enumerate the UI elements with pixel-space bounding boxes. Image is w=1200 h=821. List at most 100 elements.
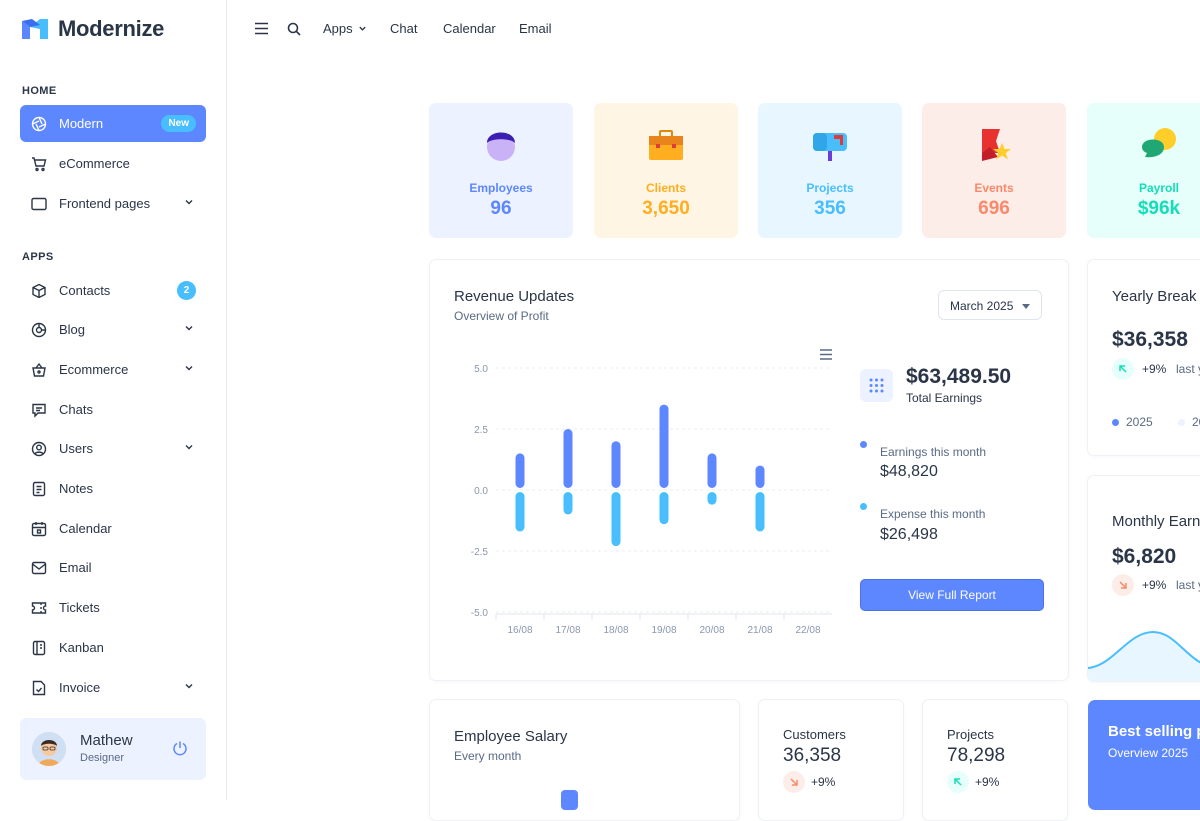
sidebar: Modernize HOME Modern New eCommerce Fron… <box>0 0 227 800</box>
grid-icon-box <box>860 369 893 402</box>
section-label-home: HOME <box>22 85 57 97</box>
card-subtitle: Overview of Profit <box>454 309 549 323</box>
chart-bar <box>755 465 765 488</box>
sidebar-item-ecommerce-app[interactable]: Ecommerce <box>20 351 206 388</box>
chevron-down-icon <box>185 366 193 371</box>
grid-dots-icon <box>869 378 884 393</box>
stat-label: Clients <box>645 181 686 195</box>
employee-icon <box>487 132 515 161</box>
expense-value: $26,498 <box>880 526 938 543</box>
stat-card-clients[interactable]: Clients 3,650 <box>594 103 738 238</box>
sidebar-item-calendar[interactable]: Calendar <box>20 510 206 547</box>
sidebar-item-chats[interactable]: Chats <box>20 391 206 428</box>
y-tick-label: -5.0 <box>471 608 489 619</box>
topbar-chat-link[interactable]: Chat <box>390 21 417 36</box>
projects-label: Projects <box>947 727 994 742</box>
aperture-icon <box>30 115 48 133</box>
topbar-email-link[interactable]: Email <box>519 21 552 36</box>
monthly-sparkline <box>1088 630 1200 681</box>
sidebar-item-label: Contacts <box>59 283 111 298</box>
notebook-icon <box>30 639 48 657</box>
customers-card: Customers 36,358 +9% <box>758 699 904 821</box>
shopping-cart-icon <box>30 155 48 173</box>
sidebar-item-label: Ecommerce <box>59 362 129 377</box>
revenue-updates-card: Revenue Updates Overview of Profit March… <box>429 259 1069 681</box>
sidebar-item-notes[interactable]: Notes <box>20 470 206 507</box>
x-tick-label: 19/08 <box>651 625 676 636</box>
salary-bar <box>561 790 578 810</box>
stat-card-events[interactable]: Events 696 <box>922 103 1066 238</box>
stat-card-payroll[interactable]: Payroll $96k <box>1087 103 1200 238</box>
contacts-count-badge: 2 <box>177 281 196 300</box>
stat-card-employees[interactable]: Employees 96 <box>429 103 573 238</box>
chevron-down-icon <box>359 26 366 31</box>
arrow-down-right-icon <box>790 778 798 786</box>
briefcase-icon <box>649 130 683 160</box>
app-logo[interactable]: Modernize <box>20 16 164 42</box>
user-profile-card: Mathew Designer <box>20 718 206 780</box>
monthly-change: +9% <box>1142 578 1167 592</box>
avatar[interactable] <box>32 732 66 766</box>
expense-label: Expense this month <box>880 507 986 521</box>
search-icon[interactable] <box>287 22 301 36</box>
sidebar-item-contacts[interactable]: Contacts 2 <box>20 272 206 309</box>
x-tick-label: 16/08 <box>507 625 532 636</box>
topbar-apps-menu[interactable]: Apps <box>323 21 367 36</box>
card-title: Yearly Break <box>1112 288 1197 305</box>
sidebar-item-label: Frontend pages <box>59 196 151 211</box>
top-bar: Apps Chat Calendar Email <box>227 0 1200 58</box>
stat-card-projects[interactable]: Projects 356 <box>758 103 902 238</box>
sidebar-item-invoice[interactable]: Invoice <box>20 669 206 706</box>
legend-dot-prev <box>1178 419 1185 426</box>
chevron-down-icon <box>185 684 193 689</box>
x-tick-label: 22/08 <box>795 625 820 636</box>
sidebar-item-ecommerce[interactable]: eCommerce <box>20 145 206 182</box>
monthly-value: $6,820 <box>1112 545 1177 568</box>
ticket-icon <box>30 599 48 617</box>
calendar-icon <box>30 520 48 538</box>
monthly-change-suffix: last y <box>1176 578 1200 592</box>
view-full-report-button[interactable]: View Full Report <box>860 579 1044 611</box>
chart-bar <box>515 492 525 532</box>
chart-bar <box>515 453 525 488</box>
app-window-icon <box>30 195 48 213</box>
profile-role: Designer <box>80 752 125 764</box>
basket-icon <box>30 361 48 379</box>
projects-value: 78,298 <box>947 745 1006 766</box>
customers-label: Customers <box>783 727 846 742</box>
mailbox-icon <box>813 133 847 161</box>
chart-bar <box>755 492 765 532</box>
stat-value: 356 <box>814 198 846 219</box>
sidebar-item-label: Invoice <box>59 680 101 695</box>
expense-dot <box>860 503 867 510</box>
sidebar-item-kanban[interactable]: Kanban <box>20 629 206 666</box>
power-icon[interactable] <box>172 740 188 756</box>
trend-up-badge <box>1112 358 1134 380</box>
x-tick-label: 20/08 <box>699 625 724 636</box>
message-icon <box>30 401 48 419</box>
best-selling-card: Best selling p Overview 2025 <box>1088 700 1200 810</box>
stat-value: $96k <box>1137 198 1181 219</box>
card-title: Revenue Updates <box>454 288 575 305</box>
menu-icon[interactable] <box>254 22 269 35</box>
topbar-calendar-link[interactable]: Calendar <box>443 21 496 36</box>
projects-change: +9% <box>975 775 1000 789</box>
sidebar-item-email[interactable]: Email <box>20 549 206 586</box>
yearly-value: $36,358 <box>1112 328 1188 351</box>
sidebar-item-frontend-pages[interactable]: Frontend pages <box>20 185 206 222</box>
user-circle-icon <box>30 440 48 458</box>
chart-bar <box>659 404 669 488</box>
sidebar-item-blog[interactable]: Blog <box>20 311 206 348</box>
stat-value: 96 <box>490 198 512 219</box>
month-select[interactable]: March 2025 <box>938 290 1042 320</box>
earnings-label: Earnings this month <box>880 445 987 459</box>
arrow-down-right-icon <box>1119 581 1127 589</box>
sidebar-item-users[interactable]: Users <box>20 430 206 467</box>
caret-down-icon <box>1022 304 1030 309</box>
sidebar-item-modern[interactable]: Modern New <box>20 105 206 142</box>
sidebar-item-tickets[interactable]: Tickets <box>20 589 206 626</box>
y-tick-label: 2.5 <box>474 425 488 436</box>
mail-icon <box>30 559 48 577</box>
sidebar-item-label: Modern <box>59 116 104 131</box>
trend-up-badge <box>947 771 969 793</box>
